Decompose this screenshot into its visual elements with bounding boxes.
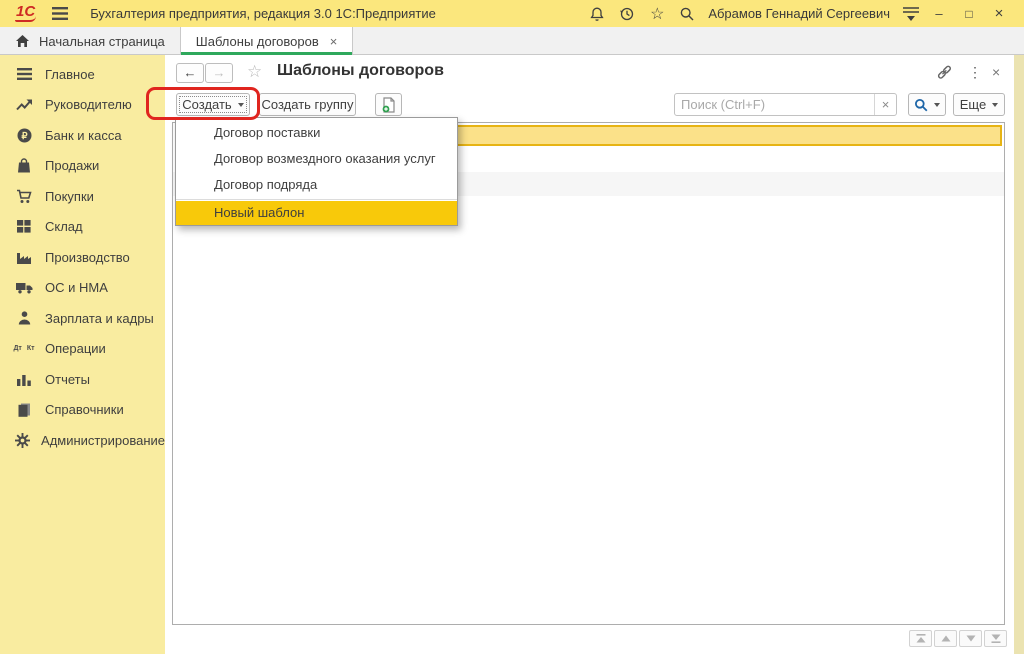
document-plus-icon — [381, 97, 396, 113]
sidebar-item-reports[interactable]: Отчеты — [0, 364, 165, 395]
forward-button[interactable]: → — [205, 63, 233, 83]
trend-chart-icon — [14, 98, 34, 111]
menu-separator — [176, 199, 457, 200]
sidebar-item-label: Справочники — [45, 402, 124, 417]
1c-logo-icon: 1С — [15, 5, 36, 22]
sidebar-item-label: Руководителю — [45, 97, 132, 112]
dropdown-caret-icon — [934, 103, 940, 107]
form-contract-templates: ← → ☆ Шаблоны договоров ⋮ × Создать Созд… — [165, 55, 1014, 654]
truck-icon — [14, 281, 34, 294]
sidebar-item-fixed-assets[interactable]: ОС и НМА — [0, 273, 165, 304]
tab-home-page[interactable]: Начальная страница — [0, 27, 180, 55]
back-button[interactable]: ← — [176, 63, 204, 83]
app-title: Бухгалтерия предприятия, редакция 3.0 1С… — [90, 6, 436, 21]
sidebar-item-bank-cash[interactable]: ₽ Банк и касса — [0, 120, 165, 151]
service-menu-icon[interactable] — [898, 7, 924, 21]
kebab-menu-icon[interactable]: ⋮ — [968, 64, 982, 81]
sidebar-item-administration[interactable]: Администрирование — [0, 425, 165, 456]
sidebar-item-salary-hr[interactable]: Зарплата и кадры — [0, 303, 165, 334]
sidebar-item-label: Производство — [45, 250, 130, 265]
notifications-bell-icon[interactable] — [582, 6, 612, 22]
sidebar-item-label: Отчеты — [45, 372, 90, 387]
gear-icon — [14, 433, 30, 448]
dropdown-caret-icon — [992, 103, 998, 107]
home-icon — [15, 34, 30, 48]
menu-lines-icon — [14, 68, 34, 80]
sidebar-item-label: ОС и НМА — [45, 280, 108, 295]
clear-search-icon[interactable]: × — [874, 94, 896, 115]
go-next-button[interactable] — [959, 630, 982, 647]
menu-item-new-template[interactable]: Новый шаблон — [176, 201, 457, 225]
sidebar-item-directories[interactable]: Справочники — [0, 395, 165, 426]
create-copy-button[interactable] — [375, 93, 402, 116]
list-navigation — [909, 630, 1007, 647]
tab-label: Начальная страница — [39, 34, 165, 49]
sidebar: Главное Руководителю ₽ Банк и касса Прод… — [0, 55, 165, 654]
go-previous-button[interactable] — [934, 630, 957, 647]
main-menu-icon[interactable] — [52, 7, 68, 20]
shopping-cart-icon — [14, 189, 34, 204]
sidebar-item-purchases[interactable]: Покупки — [0, 181, 165, 212]
sidebar-item-label: Продажи — [45, 158, 99, 173]
titlebar-actions: ☆ Абрамов Геннадий Сергеевич – □ × — [582, 4, 1014, 24]
create-group-button[interactable]: Создать группу — [259, 93, 356, 116]
maximize-button[interactable]: □ — [954, 7, 984, 21]
global-search-icon[interactable] — [672, 6, 702, 22]
current-user-name[interactable]: Абрамов Геннадий Сергеевич — [708, 6, 890, 21]
favorites-star-icon[interactable]: ☆ — [642, 4, 672, 24]
create-dropdown-menu: Договор поставки Договор возмездного ока… — [175, 117, 458, 226]
menu-item-services-contract[interactable]: Договор возмездного оказания услуг — [176, 146, 457, 172]
close-window-button[interactable]: × — [984, 5, 1014, 22]
tab-contract-templates[interactable]: Шаблоны договоров × — [180, 27, 354, 55]
factory-icon — [14, 251, 34, 264]
search-field[interactable]: × — [674, 93, 897, 116]
sidebar-item-label: Главное — [45, 67, 95, 82]
sidebar-item-label: Банк и касса — [45, 128, 122, 143]
go-first-button[interactable] — [909, 630, 932, 647]
sidebar-item-warehouse[interactable]: Склад — [0, 212, 165, 243]
bar-chart-icon — [14, 373, 34, 386]
create-button[interactable]: Создать — [176, 93, 250, 116]
sidebar-item-label: Покупки — [45, 189, 94, 204]
sidebar-item-main[interactable]: Главное — [0, 59, 165, 90]
sidebar-item-label: Склад — [45, 219, 83, 234]
grid-blocks-icon — [14, 220, 34, 233]
add-favorite-star-icon[interactable]: ☆ — [247, 62, 262, 82]
debit-credit-icon: ДтКт — [14, 345, 34, 352]
more-button[interactable]: Еще — [953, 93, 1005, 116]
workspace-edge — [1014, 55, 1024, 654]
go-last-button[interactable] — [984, 630, 1007, 647]
svg-text:₽: ₽ — [21, 131, 28, 142]
tabbar: Начальная страница Шаблоны договоров × — [0, 27, 1024, 55]
shopping-bag-icon — [14, 158, 34, 173]
sidebar-item-manager[interactable]: Руководителю — [0, 90, 165, 121]
menu-item-work-contract[interactable]: Договор подряда — [176, 172, 457, 198]
search-input[interactable] — [675, 95, 874, 114]
sidebar-item-label: Операции — [45, 341, 106, 356]
minimize-button[interactable]: – — [924, 6, 954, 21]
tab-label: Шаблоны договоров — [196, 34, 319, 49]
ruble-circle-icon: ₽ — [14, 128, 34, 143]
close-form-icon[interactable]: × — [992, 64, 1000, 80]
titlebar: 1С Бухгалтерия предприятия, редакция 3.0… — [0, 0, 1024, 27]
sidebar-item-sales[interactable]: Продажи — [0, 151, 165, 182]
sidebar-item-operations[interactable]: ДтКт Операции — [0, 334, 165, 365]
book-icon — [14, 403, 34, 417]
sidebar-item-production[interactable]: Производство — [0, 242, 165, 273]
sidebar-item-label: Администрирование — [41, 433, 165, 448]
sidebar-item-label: Зарплата и кадры — [45, 311, 154, 326]
history-icon[interactable] — [612, 6, 642, 22]
get-link-icon[interactable] — [936, 64, 953, 80]
create-button-focus-ring — [177, 94, 249, 115]
tab-close-icon[interactable]: × — [330, 34, 338, 49]
menu-item-supply-contract[interactable]: Договор поставки — [176, 120, 457, 146]
person-icon — [14, 311, 34, 325]
page-title: Шаблоны договоров — [277, 62, 444, 80]
search-button[interactable] — [908, 93, 946, 116]
search-icon — [914, 98, 928, 112]
